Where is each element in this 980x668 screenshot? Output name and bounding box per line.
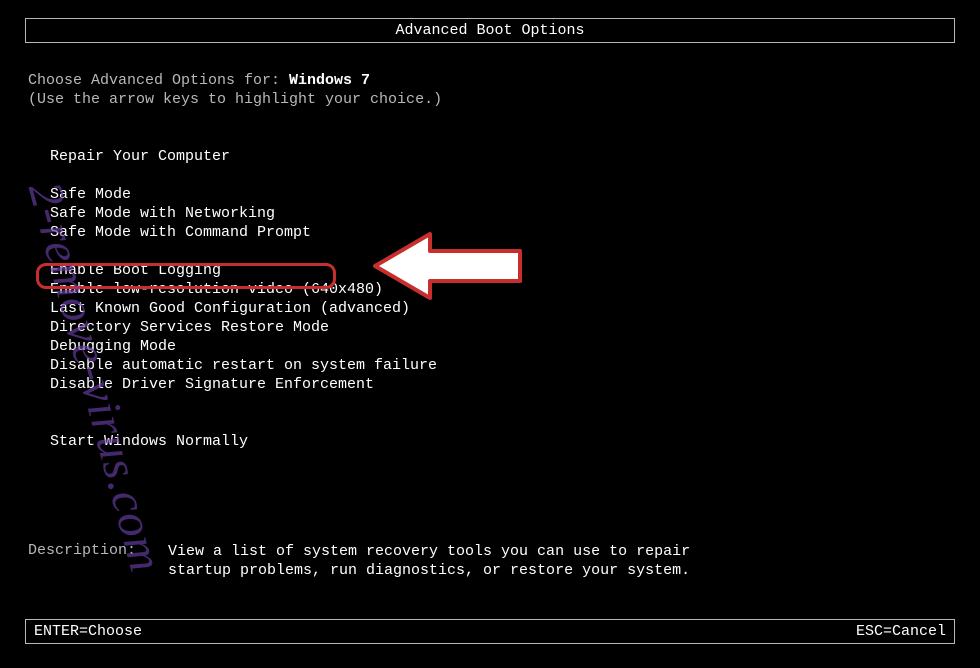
os-name: Windows 7 [289,72,370,89]
option-start-normally[interactable]: Start Windows Normally [50,432,952,451]
options-section: Repair Your Computer Safe Mode Safe Mode… [28,147,952,451]
choose-line: Choose Advanced Options for: Windows 7 [28,71,952,90]
option-dsrm[interactable]: Directory Services Restore Mode [50,318,952,337]
option-safe-mode-cmd[interactable]: Safe Mode with Command Prompt [50,223,952,242]
title-text: Advanced Boot Options [395,22,584,39]
footer-bar: ENTER=Choose ESC=Cancel [25,619,955,644]
footer-esc: ESC=Cancel [856,623,946,640]
title-bar: Advanced Boot Options [25,18,955,43]
option-no-sig[interactable]: Disable Driver Signature Enforcement [50,375,952,394]
description-area: Description: View a list of system recov… [28,542,728,580]
description-text: View a list of system recovery tools you… [168,542,728,580]
option-safe-mode[interactable]: Safe Mode [50,185,952,204]
option-debug[interactable]: Debugging Mode [50,337,952,356]
hint-text: (Use the arrow keys to highlight your ch… [28,90,952,109]
option-repair[interactable]: Repair Your Computer [50,147,952,166]
footer-enter: ENTER=Choose [34,623,142,640]
option-lkgc[interactable]: Last Known Good Configuration (advanced) [50,299,952,318]
option-safe-mode-networking[interactable]: Safe Mode with Networking [50,204,952,223]
choose-prefix: Choose Advanced Options for: [28,72,289,89]
option-low-res[interactable]: Enable low-resolution video (640x480) [50,280,952,299]
main-content: Choose Advanced Options for: Windows 7 (… [0,43,980,451]
option-no-restart[interactable]: Disable automatic restart on system fail… [50,356,952,375]
description-label: Description: [28,542,136,580]
option-boot-logging[interactable]: Enable Boot Logging [50,261,952,280]
